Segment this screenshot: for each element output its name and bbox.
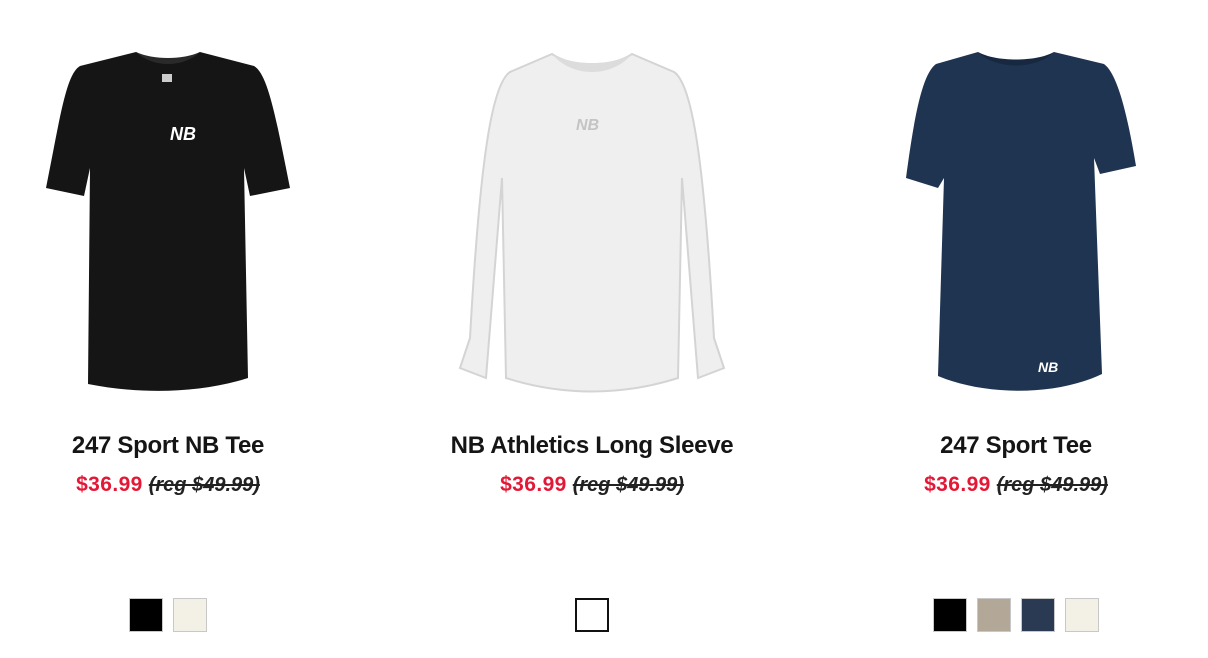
price-line: $36.99 (reg $49.99): [804, 470, 1208, 500]
product-name[interactable]: NB Athletics Long Sleeve: [380, 428, 804, 464]
price-line: $36.99 (reg $49.99): [380, 470, 804, 500]
sale-price: $36.99: [76, 473, 143, 496]
color-swatches: [0, 598, 380, 632]
swatch-taupe[interactable]: [977, 598, 1011, 632]
white-long-sleeve-tee-image[interactable]: NB: [442, 38, 742, 410]
price-line: $36.99 (reg $49.99): [0, 470, 380, 500]
sale-price: $36.99: [924, 473, 991, 496]
product-name[interactable]: 247 Sport NB Tee: [0, 428, 380, 464]
shirt-body: [46, 52, 290, 391]
swatch-black[interactable]: [933, 598, 967, 632]
regular-price: (reg $49.99): [996, 474, 1108, 496]
product-grid: NB 247 Sport NB Tee $36.99 (reg $49.99) N…: [0, 0, 1208, 658]
shirt-body: [458, 52, 726, 393]
swatch-navy[interactable]: [1021, 598, 1055, 632]
swatch-white[interactable]: [575, 598, 609, 632]
shirt-body: [906, 52, 1136, 391]
color-swatches: [804, 598, 1208, 632]
color-swatches: [380, 598, 804, 632]
navy-short-sleeve-tee-image[interactable]: NB: [866, 38, 1166, 410]
tag-label: [162, 74, 172, 82]
swatch-cream[interactable]: [173, 598, 207, 632]
regular-price: (reg $49.99): [148, 474, 260, 496]
nb-logo-icon: NB: [170, 124, 196, 144]
nb-logo-icon: NB: [1038, 359, 1058, 375]
sale-price: $36.99: [500, 473, 567, 496]
nb-logo-icon: NB: [576, 117, 599, 134]
product-card: NB 247 Sport Tee $36.99 (reg $49.99): [804, 0, 1208, 658]
swatch-black[interactable]: [129, 598, 163, 632]
regular-price: (reg $49.99): [572, 474, 684, 496]
swatch-cream[interactable]: [1065, 598, 1099, 632]
product-card: NB 247 Sport NB Tee $36.99 (reg $49.99): [0, 0, 380, 658]
product-card: NB NB Athletics Long Sleeve $36.99 (reg $…: [380, 0, 804, 658]
black-short-sleeve-tee-image[interactable]: NB: [18, 38, 318, 410]
product-name[interactable]: 247 Sport Tee: [804, 428, 1208, 464]
